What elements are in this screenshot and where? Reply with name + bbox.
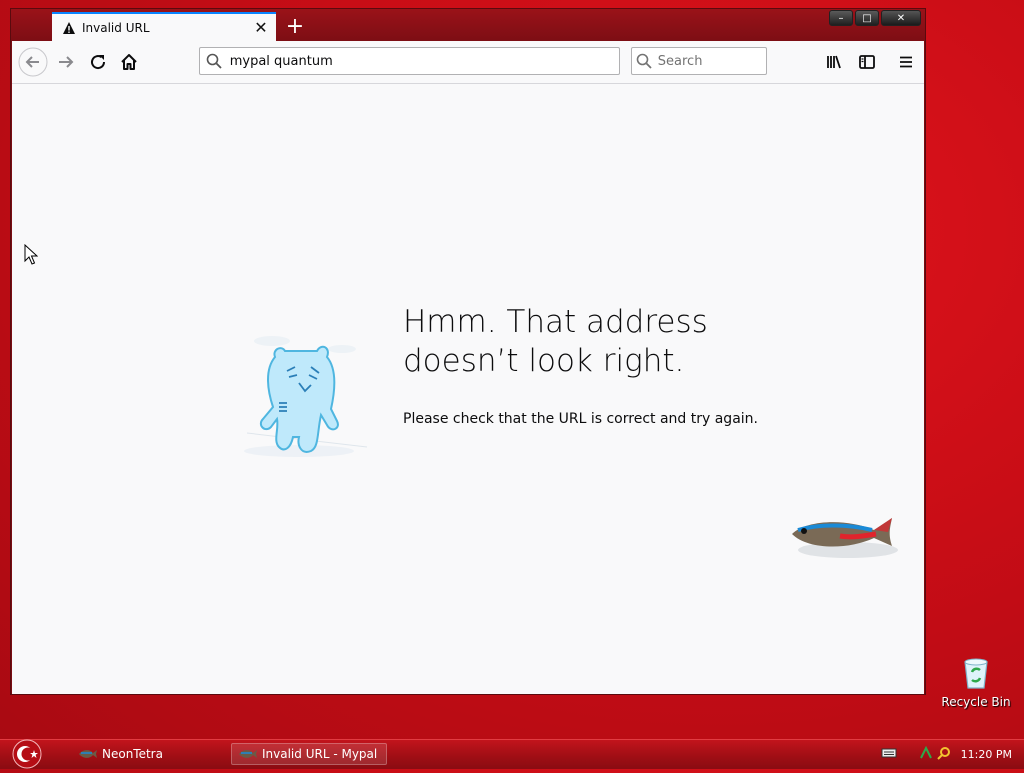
network-icon[interactable] (919, 745, 933, 763)
fish-icon (239, 750, 257, 758)
tab-close-icon[interactable]: ✕ (250, 17, 272, 39)
new-tab-button[interactable]: + (281, 13, 309, 39)
warning-icon (62, 21, 76, 35)
nav-toolbar (12, 41, 924, 84)
library-button[interactable] (820, 47, 850, 77)
sidebar-button[interactable] (852, 47, 882, 77)
maximize-button[interactable]: □ (855, 10, 879, 26)
fish-icon (79, 750, 97, 758)
taskbar-item-mypal[interactable]: Invalid URL - Mypal (231, 743, 387, 765)
system-tray: 11:20 PM (881, 740, 1024, 769)
taskbar-item-label: NeonTetra (102, 747, 163, 761)
tab-title: Invalid URL (82, 20, 150, 35)
taskbar-item-neontetra[interactable]: NeonTetra (74, 743, 224, 765)
error-message: Please check that the URL is correct and… (403, 411, 758, 427)
menu-button[interactable] (891, 47, 921, 77)
reload-button[interactable] (83, 47, 113, 77)
back-arrow-icon (18, 47, 48, 77)
reload-icon (91, 55, 106, 70)
search-input[interactable] (655, 52, 766, 70)
taskbar: NeonTetra Invalid URL - Mypal 11:20 PM (0, 739, 1024, 769)
start-button[interactable] (8, 738, 46, 770)
keyboard-icon[interactable] (881, 747, 897, 762)
error-headline: Hmm. That address doesn’t look right. (403, 304, 708, 379)
menu-icon (900, 56, 912, 68)
back-button[interactable] (18, 47, 48, 77)
taskbar-item-label: Invalid URL - Mypal (262, 747, 378, 761)
recycle-bin-icon (964, 658, 988, 689)
url-bar[interactable] (199, 47, 620, 75)
neon-tetra-fish-image (788, 506, 910, 571)
close-window-button[interactable]: ✕ (881, 10, 921, 26)
window-controls: – □ ✕ (829, 10, 921, 26)
home-icon (121, 54, 137, 70)
minimize-button[interactable]: – (829, 10, 853, 26)
browser-window: Invalid URL ✕ + – □ ✕ mypal quantum Sear… (10, 8, 926, 695)
forward-button[interactable] (51, 47, 81, 77)
sidebar-icon (859, 55, 875, 69)
home-button[interactable] (114, 47, 144, 77)
desktop-icon-recycle-bin[interactable]: Recycle Bin (940, 656, 1012, 709)
url-input[interactable] (227, 52, 619, 70)
search-bar[interactable] (631, 47, 767, 75)
tab-invalid-url[interactable]: Invalid URL ✕ (52, 12, 276, 41)
search-tray-icon[interactable] (936, 746, 951, 763)
start-orb-icon (12, 739, 42, 769)
title-bar: Invalid URL ✕ + – □ ✕ (11, 9, 925, 41)
clock[interactable]: 11:20 PM (961, 748, 1012, 761)
library-icon (827, 55, 841, 69)
search-icon (632, 53, 656, 69)
search-icon (200, 53, 228, 69)
error-mascot-illustration (227, 329, 377, 472)
error-page: Hmm. That address doesn’t look right. Pl… (12, 84, 924, 694)
mouse-cursor-icon (24, 243, 39, 269)
desktop-icon-label: Recycle Bin (941, 695, 1011, 709)
forward-arrow-icon (59, 56, 74, 68)
